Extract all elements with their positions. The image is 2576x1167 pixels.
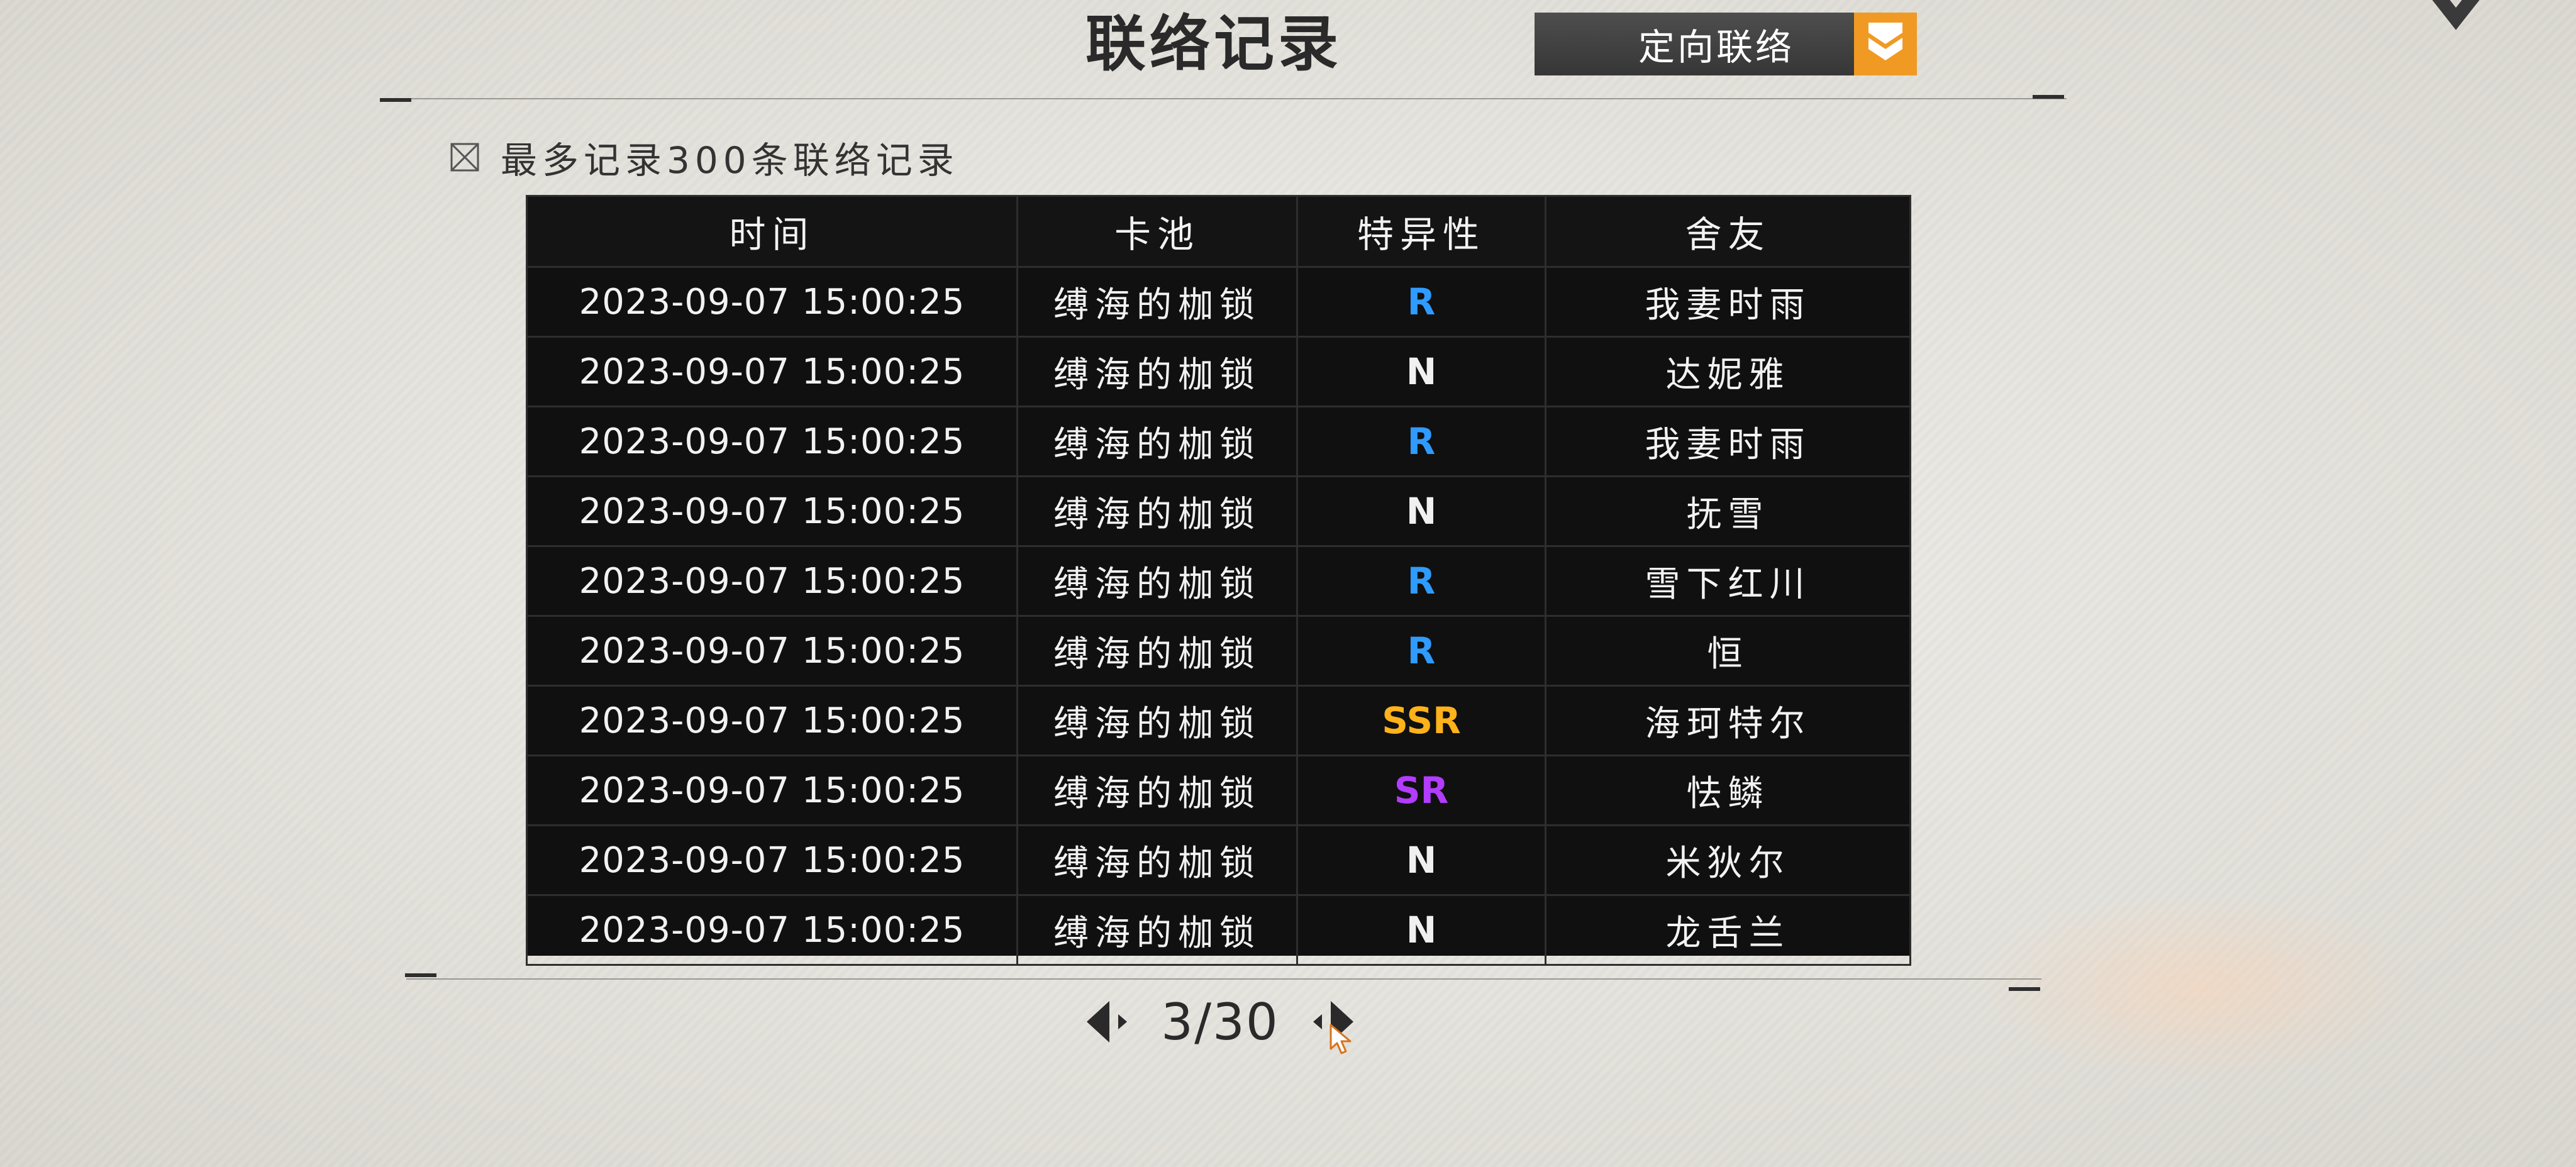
cell-rarity: SSR (1297, 685, 1546, 756)
cell-time: 2023-09-07 15:00:25 (526, 895, 1018, 965)
cell-time: 2023-09-07 15:00:25 (526, 267, 1018, 337)
table-row: 2023-09-07 15:00:25 缚海的枷锁 R 恒 (526, 616, 1911, 686)
records-table: 时间 卡池 特异性 舍友 2023-09-07 15:00:25 缚海的枷锁 R 我妻… (526, 195, 1911, 965)
table-row: 2023-09-07 15:00:25 缚海的枷锁 N 达妮雅 (526, 336, 1911, 407)
cell-rarity: N (1297, 336, 1546, 407)
table-row: 2023-09-07 15:00:25 缚海的枷锁 R 我妻时雨 (526, 406, 1911, 477)
light-glare (1981, 893, 2421, 1081)
cell-rarity: N (1297, 476, 1546, 546)
page-indicator: 3/30 (1161, 992, 1279, 1051)
prev-page-button[interactable] (1079, 993, 1136, 1050)
cell-pool: 缚海的枷锁 (1017, 685, 1297, 756)
record-limit-notice: 最多记录300条联络记录 (450, 132, 959, 182)
cell-pool: 缚海的枷锁 (1017, 895, 1297, 965)
cell-rarity: N (1297, 895, 1546, 965)
mouse-cursor-icon (1330, 1024, 1352, 1054)
cell-friend: 我妻时雨 (1545, 267, 1911, 337)
cell-pool: 缚海的枷锁 (1017, 406, 1297, 477)
corner-logo-icon (2432, 0, 2480, 30)
checkbox-icon[interactable] (450, 143, 479, 172)
cell-rarity: R (1297, 267, 1546, 337)
top-divider (381, 98, 2067, 99)
cell-time: 2023-09-07 15:00:25 (526, 336, 1018, 407)
cell-friend: 达妮雅 (1545, 336, 1911, 407)
chevron-down-icon[interactable] (1854, 13, 1917, 75)
cell-time: 2023-09-07 15:00:25 (526, 825, 1018, 895)
column-header-pool: 卡池 (1017, 196, 1297, 267)
cell-friend: 米狄尔 (1545, 825, 1911, 895)
cell-friend: 龙舌兰 (1545, 895, 1911, 965)
table-row: 2023-09-07 15:00:25 缚海的枷锁 SSR 海珂特尔 (526, 685, 1911, 756)
record-limit-text: 最多记录300条联络记录 (501, 139, 959, 182)
cell-pool: 缚海的枷锁 (1017, 616, 1297, 686)
table-row: 2023-09-07 15:00:25 缚海的枷锁 R 我妻时雨 (526, 267, 1911, 337)
bottom-divider (406, 978, 2041, 980)
cell-pool: 缚海的枷锁 (1017, 267, 1297, 337)
column-header-friend: 舍友 (1545, 196, 1911, 267)
cell-friend: 我妻时雨 (1545, 406, 1911, 477)
mode-select-dropdown[interactable]: 定向联络 (1535, 13, 1917, 75)
cell-pool: 缚海的枷锁 (1017, 755, 1297, 826)
top-divider-cap-right (2033, 95, 2064, 99)
top-divider-cap-left (380, 98, 411, 102)
cell-friend: 怯鳞 (1545, 755, 1911, 826)
table-row: 2023-09-07 15:00:25 缚海的枷锁 SR 怯鳞 (526, 755, 1911, 826)
table-header-row: 时间 卡池 特异性 舍友 (526, 196, 1911, 267)
bottom-divider-cap-left (405, 973, 436, 977)
table-row: 2023-09-07 15:00:25 缚海的枷锁 N 抚雪 (526, 476, 1911, 546)
table-body: 2023-09-07 15:00:25 缚海的枷锁 R 我妻时雨 2023-09-07 … (526, 267, 1911, 965)
pagination: 3/30 (1069, 987, 1371, 1056)
cell-rarity: N (1297, 825, 1546, 895)
cell-rarity: R (1297, 546, 1546, 616)
column-header-time: 时间 (526, 196, 1018, 267)
cell-time: 2023-09-07 15:00:25 (526, 476, 1018, 546)
prev-page-icon (1087, 1001, 1128, 1043)
cell-pool: 缚海的枷锁 (1017, 546, 1297, 616)
cell-friend: 海珂特尔 (1545, 685, 1911, 756)
cell-pool: 缚海的枷锁 (1017, 825, 1297, 895)
table-row: 2023-09-07 15:00:25 缚海的枷锁 N 龙舌兰 (526, 895, 1911, 965)
column-header-rarity: 特异性 (1297, 196, 1546, 267)
cell-friend: 恒 (1545, 616, 1911, 686)
cell-time: 2023-09-07 15:00:25 (526, 546, 1018, 616)
cell-friend: 雪下红川 (1545, 546, 1911, 616)
cell-time: 2023-09-07 15:00:25 (526, 616, 1018, 686)
table-row: 2023-09-07 15:00:25 缚海的枷锁 R 雪下红川 (526, 546, 1911, 616)
table-row: 2023-09-07 15:00:25 缚海的枷锁 N 米狄尔 (526, 825, 1911, 895)
cell-time: 2023-09-07 15:00:25 (526, 755, 1018, 826)
cell-rarity: R (1297, 406, 1546, 477)
cell-friend: 抚雪 (1545, 476, 1911, 546)
cell-rarity: R (1297, 616, 1546, 686)
bottom-divider-cap-right (2009, 987, 2040, 991)
cell-time: 2023-09-07 15:00:25 (526, 406, 1018, 477)
cell-time: 2023-09-07 15:00:25 (526, 685, 1018, 756)
cell-pool: 缚海的枷锁 (1017, 336, 1297, 407)
cell-rarity: SR (1297, 755, 1546, 826)
page-title: 联络记录 (1085, 8, 1342, 79)
cell-pool: 缚海的枷锁 (1017, 476, 1297, 546)
